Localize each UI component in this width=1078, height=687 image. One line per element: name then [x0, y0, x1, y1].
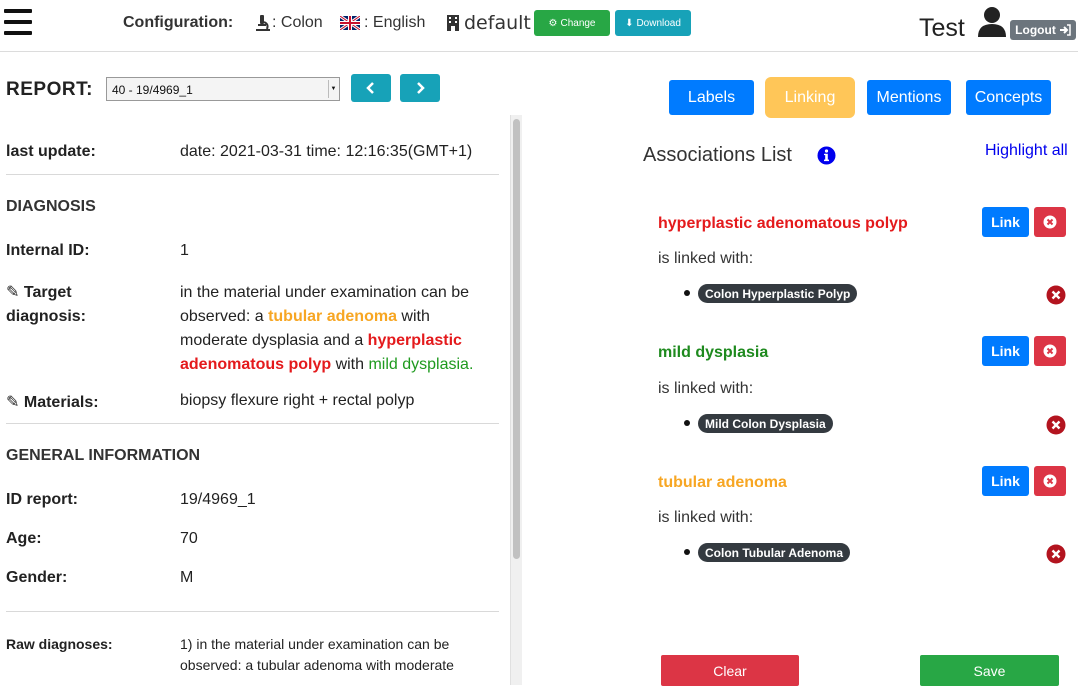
raw-diagnoses-value: 1) in the material under examination can…: [180, 636, 454, 673]
gears-icon: ⚙: [548, 17, 558, 29]
download-icon: ⬇: [625, 17, 634, 29]
link-button[interactable]: Link: [982, 466, 1029, 496]
gender-value: M: [180, 569, 194, 586]
delete-mention-button[interactable]: [1034, 336, 1066, 366]
target-text-part: with: [331, 356, 369, 373]
report-select[interactable]: 40 - 19/4969_1 ▼: [106, 77, 340, 101]
top-navbar: Configuration: : Colon : English default…: [0, 0, 1078, 52]
institute-indicator: default: [446, 12, 531, 34]
tab-labels[interactable]: Labels: [669, 80, 754, 115]
divider: [6, 611, 499, 612]
report-details-panel: last update: date: 2021-03-31 time: 12:1…: [0, 118, 510, 687]
next-report-button[interactable]: [400, 74, 440, 102]
id-report-value: 19/4969_1: [180, 491, 256, 508]
configuration-label: Configuration:: [123, 14, 234, 31]
clear-button[interactable]: Clear: [661, 655, 799, 686]
mention-tubular-adenoma[interactable]: tubular adenoma: [268, 308, 397, 325]
remove-concept-icon[interactable]: [1046, 544, 1066, 564]
institute-value: default: [464, 12, 531, 34]
concept-badge: Mild Colon Dysplasia: [698, 414, 833, 433]
general-info-section-title: GENERAL INFORMATION: [6, 447, 201, 464]
info-icon[interactable]: [817, 146, 836, 165]
remove-concept-icon[interactable]: [1046, 285, 1066, 305]
gender-label: Gender:: [6, 569, 68, 586]
pencil-icon: ✎: [6, 394, 20, 411]
download-button[interactable]: ⬇ Download: [615, 10, 691, 36]
user-icon: [978, 7, 1006, 37]
report-label: REPORT:: [6, 79, 93, 100]
list-bullet: [684, 549, 690, 555]
id-report-label: ID report:: [6, 491, 78, 508]
times-circle-icon: [1043, 344, 1057, 358]
chevron-down-icon: ▼: [328, 80, 338, 98]
change-config-label: Change: [560, 17, 596, 29]
usecase-value: : Colon: [272, 14, 323, 31]
materials-value: biopsy flexure right + rectal polyp: [180, 392, 415, 409]
logout-label: Logout: [1015, 23, 1056, 37]
left-panel-scrollbar[interactable]: [510, 115, 522, 685]
logout-button[interactable]: Logout: [1010, 20, 1076, 40]
target-label-line2: diagnosis:: [6, 308, 87, 325]
linked-with-label: is linked with:: [658, 509, 754, 526]
link-button[interactable]: Link: [982, 336, 1029, 366]
age-label: Age:: [6, 530, 42, 547]
language-indicator: : English: [340, 14, 425, 32]
previous-report-button[interactable]: [351, 74, 391, 102]
report-select-value: 40 - 19/4969_1: [112, 83, 193, 97]
delete-mention-button[interactable]: [1034, 466, 1066, 496]
associations-list-title: Associations List: [643, 144, 792, 166]
association-mention[interactable]: tubular adenoma: [658, 474, 787, 492]
language-value: : English: [364, 14, 426, 31]
microscope-icon: [256, 15, 270, 31]
username: Test: [919, 14, 965, 42]
remove-concept-icon[interactable]: [1046, 415, 1066, 435]
mention-mild-dysplasia[interactable]: mild dysplasia.: [368, 356, 473, 373]
concept-badge: Colon Tubular Adenoma: [698, 543, 850, 562]
highlight-all-button[interactable]: Highlight all: [985, 142, 1068, 160]
linked-with-label: is linked with:: [658, 380, 754, 397]
link-button[interactable]: Link: [982, 207, 1029, 237]
raw-diagnoses-label: Raw diagnoses:: [6, 636, 113, 652]
last-update-value: date: 2021-03-31 time: 12:16:35(GMT+1): [180, 143, 473, 160]
times-circle-icon: [1043, 474, 1057, 488]
tab-concepts[interactable]: Concepts: [966, 80, 1051, 115]
delete-mention-button[interactable]: [1034, 207, 1066, 237]
materials-label: ✎ Materials:: [6, 392, 99, 412]
age-value: 70: [180, 530, 198, 547]
pencil-icon: ✎: [6, 284, 20, 301]
save-button[interactable]: Save: [920, 655, 1059, 686]
scrollbar-thumb[interactable]: [513, 119, 520, 559]
chevron-right-icon: [417, 82, 425, 94]
diagnosis-section-title: DIAGNOSIS: [6, 198, 96, 215]
tab-linking[interactable]: Linking: [765, 77, 855, 118]
building-icon: [447, 15, 459, 31]
concept-badge: Colon Hyperplastic Polyp: [698, 284, 858, 303]
download-label: Download: [636, 17, 681, 29]
linked-with-label: is linked with:: [658, 250, 754, 267]
tab-mentions[interactable]: Mentions: [867, 80, 951, 115]
last-update-label: last update:: [6, 143, 96, 160]
list-bullet: [684, 420, 690, 426]
sign-out-icon: [1059, 24, 1071, 36]
internal-id-value: 1: [180, 242, 189, 259]
internal-id-label: Internal ID:: [6, 242, 90, 259]
hamburger-menu-icon[interactable]: [4, 9, 32, 35]
uk-flag-icon: [340, 16, 360, 30]
chevron-left-icon: [366, 82, 374, 94]
list-bullet: [684, 290, 690, 296]
times-circle-icon: [1043, 215, 1057, 229]
association-mention[interactable]: mild dysplasia: [658, 344, 768, 362]
usecase-indicator: : Colon: [254, 14, 323, 32]
change-config-button[interactable]: ⚙ Change: [534, 10, 610, 36]
divider: [6, 174, 499, 175]
target-label-line1: Target: [23, 284, 72, 301]
target-diagnosis-label: ✎ Target diagnosis:: [6, 281, 86, 329]
association-mention[interactable]: hyperplastic adenomatous polyp: [658, 215, 908, 233]
target-diagnosis-value: in the material under examination can be…: [180, 281, 480, 377]
materials-label-text: Materials:: [23, 394, 99, 411]
divider: [6, 423, 499, 424]
